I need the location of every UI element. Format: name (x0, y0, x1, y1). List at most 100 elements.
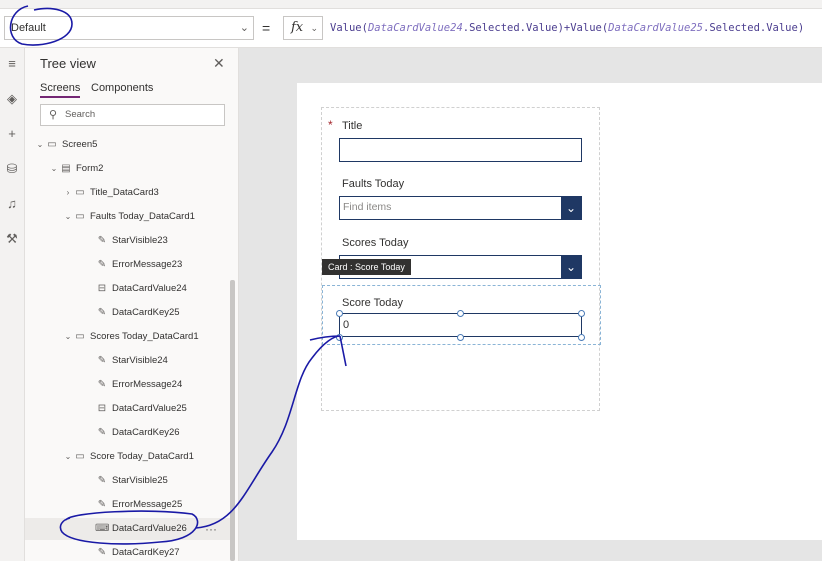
fx-button[interactable]: fx ⌄ (283, 16, 323, 40)
tree-node-label: DataCardKey27 (112, 547, 180, 558)
tree-node[interactable]: ⊟ DataCardValue25 (25, 398, 230, 420)
title-input[interactable] (339, 138, 582, 162)
score-today-label: Score Today (342, 297, 403, 309)
tree-view-title: Tree view (40, 56, 96, 71)
resize-handle[interactable] (457, 334, 464, 341)
label-icon: ✎ (97, 427, 107, 438)
screen-canvas[interactable]: * Title Faults Today Find items ⌄ Scores… (297, 83, 822, 540)
label-icon: ✎ (97, 499, 107, 510)
form-control[interactable]: * Title Faults Today Find items ⌄ Scores… (321, 107, 601, 411)
tree-node[interactable]: ⌄ ▭ Faults Today_DataCard1 (25, 206, 230, 228)
chevron-right-icon[interactable]: › (63, 182, 73, 204)
resize-handle[interactable] (578, 310, 585, 317)
chevron-down-icon: ⌄ (310, 23, 318, 33)
tree-node-label: DataCardKey25 (112, 307, 180, 318)
tree-node-label: Form2 (76, 163, 104, 174)
more-options-icon[interactable]: ··· (205, 518, 217, 540)
faults-today-combobox[interactable]: Find items ⌄ (339, 196, 582, 220)
tree-node-label: Faults Today_DataCard1 (90, 211, 195, 222)
database-icon[interactable]: ⛁ (3, 160, 21, 178)
tree-node-label: ErrorMessage25 (112, 499, 183, 510)
tree-node[interactable]: ⌄ ▤ Form2 (25, 158, 230, 180)
resize-handle[interactable] (336, 310, 343, 317)
faults-today-placeholder: Find items (343, 201, 392, 213)
tree-node[interactable]: ✎ StarVisible23 (25, 230, 230, 252)
search-icon: ⚲ (49, 109, 58, 121)
fx-icon: fx (291, 20, 304, 35)
tree-node[interactable]: ✎ ErrorMessage23 (25, 254, 230, 276)
datacard-icon: ▭ (75, 211, 85, 222)
tree-node-label: StarVisible24 (112, 355, 168, 366)
tree-node-label: DataCardValue24 (112, 283, 187, 294)
tree-node-label: ErrorMessage23 (112, 259, 183, 270)
resize-handle[interactable] (336, 334, 343, 341)
label-icon: ✎ (97, 235, 107, 246)
tab-components[interactable]: Components (91, 82, 153, 94)
property-selector[interactable]: Default ⌄ (4, 16, 254, 40)
chevron-down-icon[interactable]: ⌄ (63, 446, 73, 468)
left-rail: ≡ ◈ + ⛁ ♫ ⚒ (0, 48, 25, 561)
formula-text: .Selected.Value) (703, 22, 805, 34)
combobox-icon: ⊟ (97, 403, 107, 414)
resize-handle[interactable] (457, 310, 464, 317)
search-placeholder: Search (65, 109, 96, 120)
tree-node-label: StarVisible23 (112, 235, 168, 246)
tree-node[interactable]: ⌨ DataCardValue26 ··· (25, 518, 230, 540)
tree-node-label: Scores Today_DataCard1 (90, 331, 199, 342)
tree-node-label: Title_DataCard3 (90, 187, 159, 198)
tree-node[interactable]: ✎ ErrorMessage24 (25, 374, 230, 396)
tree-node-label: Score Today_DataCard1 (90, 451, 194, 462)
tree-node[interactable]: ✎ StarVisible24 (25, 350, 230, 372)
formula-input[interactable]: Value(DataCardValue24.Selected.Value)+Va… (330, 22, 804, 34)
tree-node-label: ErrorMessage24 (112, 379, 183, 390)
tree-view-panel: Tree view ✕ Screens Components ⚲ Search … (25, 48, 239, 561)
tree-node[interactable]: ⊟ DataCardValue24 (25, 278, 230, 300)
close-icon[interactable]: ✕ (213, 55, 225, 72)
tree-node[interactable]: ⌄ ▭ Score Today_DataCard1 (25, 446, 230, 468)
media-icon[interactable]: ♫ (3, 195, 21, 213)
datacard-icon: ▭ (75, 451, 85, 462)
label-icon: ✎ (97, 259, 107, 270)
datacard-icon: ▭ (75, 187, 85, 198)
label-icon: ✎ (97, 379, 107, 390)
textinput-icon: ⌨ (95, 523, 110, 534)
tree-node[interactable]: ⌄ ▭ Screen5 (25, 134, 230, 156)
label-icon: ✎ (97, 307, 107, 318)
tree-node-label: DataCardValue25 (112, 403, 187, 414)
design-canvas: * Title Faults Today Find items ⌄ Scores… (239, 48, 822, 561)
tree-node-label: StarVisible25 (112, 475, 168, 486)
scrollbar[interactable] (230, 280, 235, 561)
tools-icon[interactable]: ⚒ (3, 230, 21, 248)
chevron-down-icon: ⌄ (239, 22, 249, 34)
score-today-value: 0 (343, 319, 350, 331)
datacard-icon: ▭ (75, 331, 85, 342)
equals-sign: = (262, 20, 271, 36)
tab-screens[interactable]: Screens (40, 82, 81, 98)
chevron-down-icon[interactable]: ⌄ (63, 326, 73, 348)
tree-node[interactable]: ⌄ ▭ Scores Today_DataCard1 (25, 326, 230, 348)
tree-node-label: Screen5 (62, 139, 98, 150)
search-input[interactable]: ⚲ Search (40, 104, 225, 126)
screen-icon: ▭ (47, 139, 57, 150)
tree-node[interactable]: ✎ DataCardKey25 (25, 302, 230, 324)
layers-icon[interactable]: ◈ (3, 90, 21, 108)
required-star: * (328, 118, 333, 132)
chevron-down-icon[interactable]: ⌄ (561, 256, 581, 278)
hamburger-menu-icon[interactable]: ≡ (3, 55, 21, 73)
title-label: Title (342, 120, 363, 132)
scores-today-label: Scores Today (342, 237, 409, 249)
faults-today-label: Faults Today (342, 178, 405, 190)
tree-node[interactable]: ✎ DataCardKey26 (25, 422, 230, 444)
formula-control-ref: DataCardValue25 (608, 22, 703, 34)
chevron-down-icon[interactable]: ⌄ (35, 134, 45, 156)
tree-node[interactable]: › ▭ Title_DataCard3 (25, 182, 230, 204)
tree-node[interactable]: ✎ StarVisible25 (25, 470, 230, 492)
chevron-down-icon[interactable]: ⌄ (561, 197, 581, 219)
plus-icon[interactable]: + (3, 125, 21, 143)
chevron-down-icon[interactable]: ⌄ (49, 158, 59, 180)
chevron-down-icon[interactable]: ⌄ (63, 206, 73, 228)
form-icon: ▤ (61, 163, 71, 174)
resize-handle[interactable] (578, 334, 585, 341)
tree-node[interactable]: ✎ ErrorMessage25 (25, 494, 230, 516)
formula-text: .Selected.Value)+Value( (462, 22, 609, 34)
